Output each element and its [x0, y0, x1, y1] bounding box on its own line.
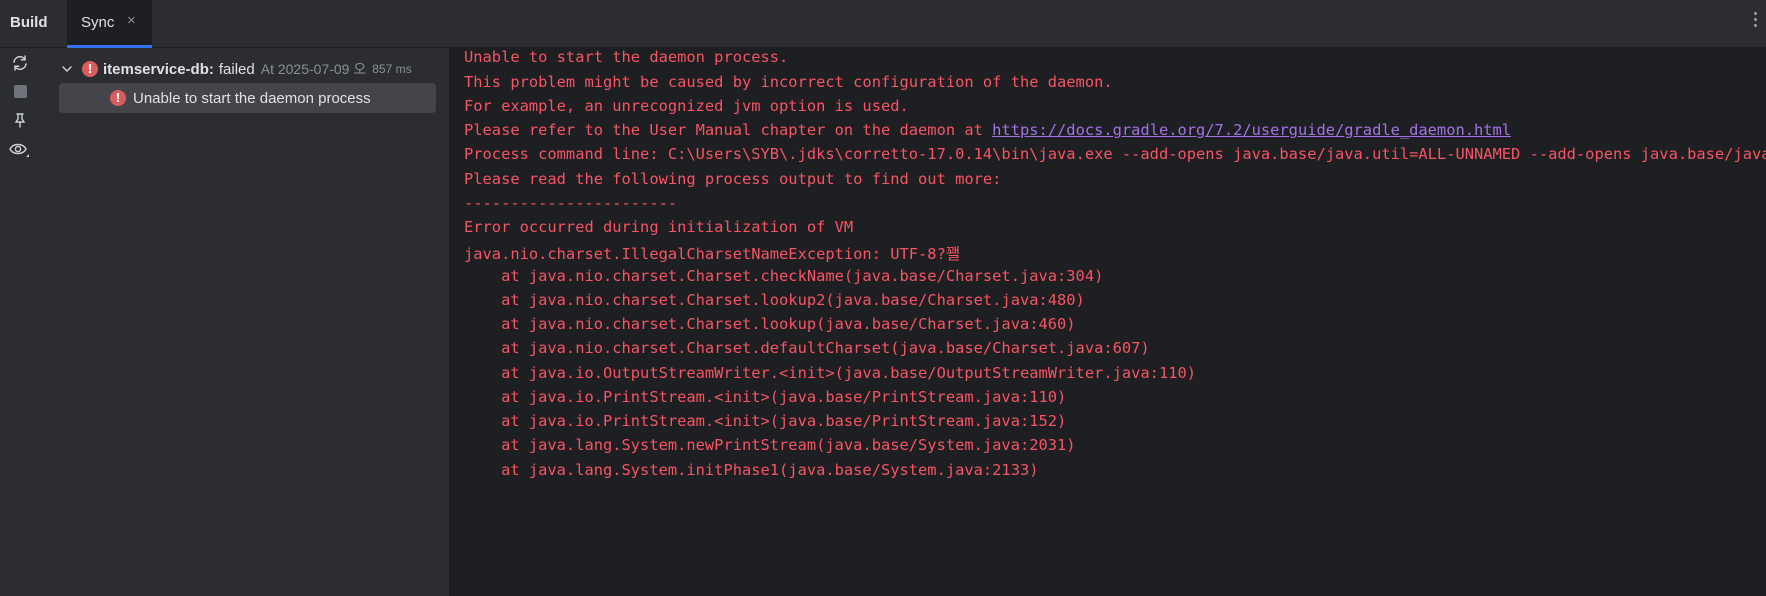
- tree-root-row[interactable]: ! itemservice-db: failed At 2025-07-09 오…: [60, 58, 412, 80]
- console-line: java.nio.charset.IllegalCharsetNameExcep…: [464, 245, 960, 263]
- stack-trace-line: at java.lang.System.newPrintStream(java.…: [464, 436, 1076, 454]
- stack-trace-line: at java.io.PrintStream.<init>(java.base/…: [464, 412, 1067, 430]
- console-line: For example, an unrecognized jvm option …: [464, 97, 909, 115]
- stack-trace-line: at java.nio.charset.Charset.defaultChars…: [464, 339, 1150, 357]
- console-line: -----------------------: [464, 194, 678, 212]
- eye-icon[interactable]: [8, 138, 32, 162]
- console-line: Unable to start the daemon process.: [464, 48, 789, 66]
- console-line: Please read the following process output…: [464, 170, 1002, 188]
- stack-trace-line: at java.io.PrintStream.<init>(java.base/…: [464, 388, 1067, 406]
- more-options-icon[interactable]: [1752, 12, 1758, 32]
- sync-timestamp: At 2025-07-09 오: [260, 61, 367, 77]
- console-line: Process command line: C:\Users\SYB\.jdks…: [464, 145, 1766, 163]
- console-line-with-link: Please refer to the User Manual chapter …: [464, 121, 1511, 139]
- tab-sync[interactable]: Sync ×: [67, 0, 152, 48]
- stack-trace-line: at java.io.OutputStreamWriter.<init>(jav…: [464, 364, 1197, 382]
- error-icon: !: [110, 90, 126, 106]
- stack-trace-line: at java.nio.charset.Charset.lookup2(java…: [464, 291, 1085, 309]
- console-output[interactable]: Unable to start the daemon process. This…: [451, 48, 1766, 596]
- tab-sync-label: Sync: [81, 14, 115, 31]
- error-icon: !: [82, 61, 98, 77]
- console-text: Please refer to the User Manual chapter …: [464, 121, 993, 139]
- chevron-down-icon[interactable]: [60, 62, 74, 76]
- tree-child-label: Unable to start the daemon process: [133, 89, 371, 107]
- sync-duration: 857 ms: [372, 62, 412, 76]
- gradle-daemon-docs-link[interactable]: https://docs.gradle.org/7.2/userguide/gr…: [992, 121, 1511, 139]
- stack-trace-line: at java.lang.System.initPhase1(java.base…: [464, 461, 1039, 479]
- build-tree-panel: ! itemservice-db: failed At 2025-07-09 오…: [44, 48, 450, 596]
- close-tab-icon[interactable]: ×: [127, 12, 136, 29]
- project-name: itemservice-db:: [103, 60, 214, 78]
- left-toolbar: [0, 48, 44, 596]
- console-line: Error occurred during initialization of …: [464, 218, 854, 236]
- console-line: This problem might be caused by incorrec…: [464, 73, 1113, 91]
- sync-status: failed: [218, 60, 255, 78]
- stop-icon[interactable]: [8, 79, 32, 103]
- refresh-icon[interactable]: [8, 51, 32, 75]
- tree-child-row-selected[interactable]: ! Unable to start the daemon process: [59, 83, 436, 113]
- tab-build[interactable]: Build: [10, 14, 48, 31]
- stack-trace-line: at java.nio.charset.Charset.checkName(ja…: [464, 267, 1104, 285]
- tool-window-tab-bar: Build Sync ×: [0, 0, 1766, 48]
- stack-trace-line: at java.nio.charset.Charset.lookup(java.…: [464, 315, 1076, 333]
- pin-icon[interactable]: [8, 108, 32, 132]
